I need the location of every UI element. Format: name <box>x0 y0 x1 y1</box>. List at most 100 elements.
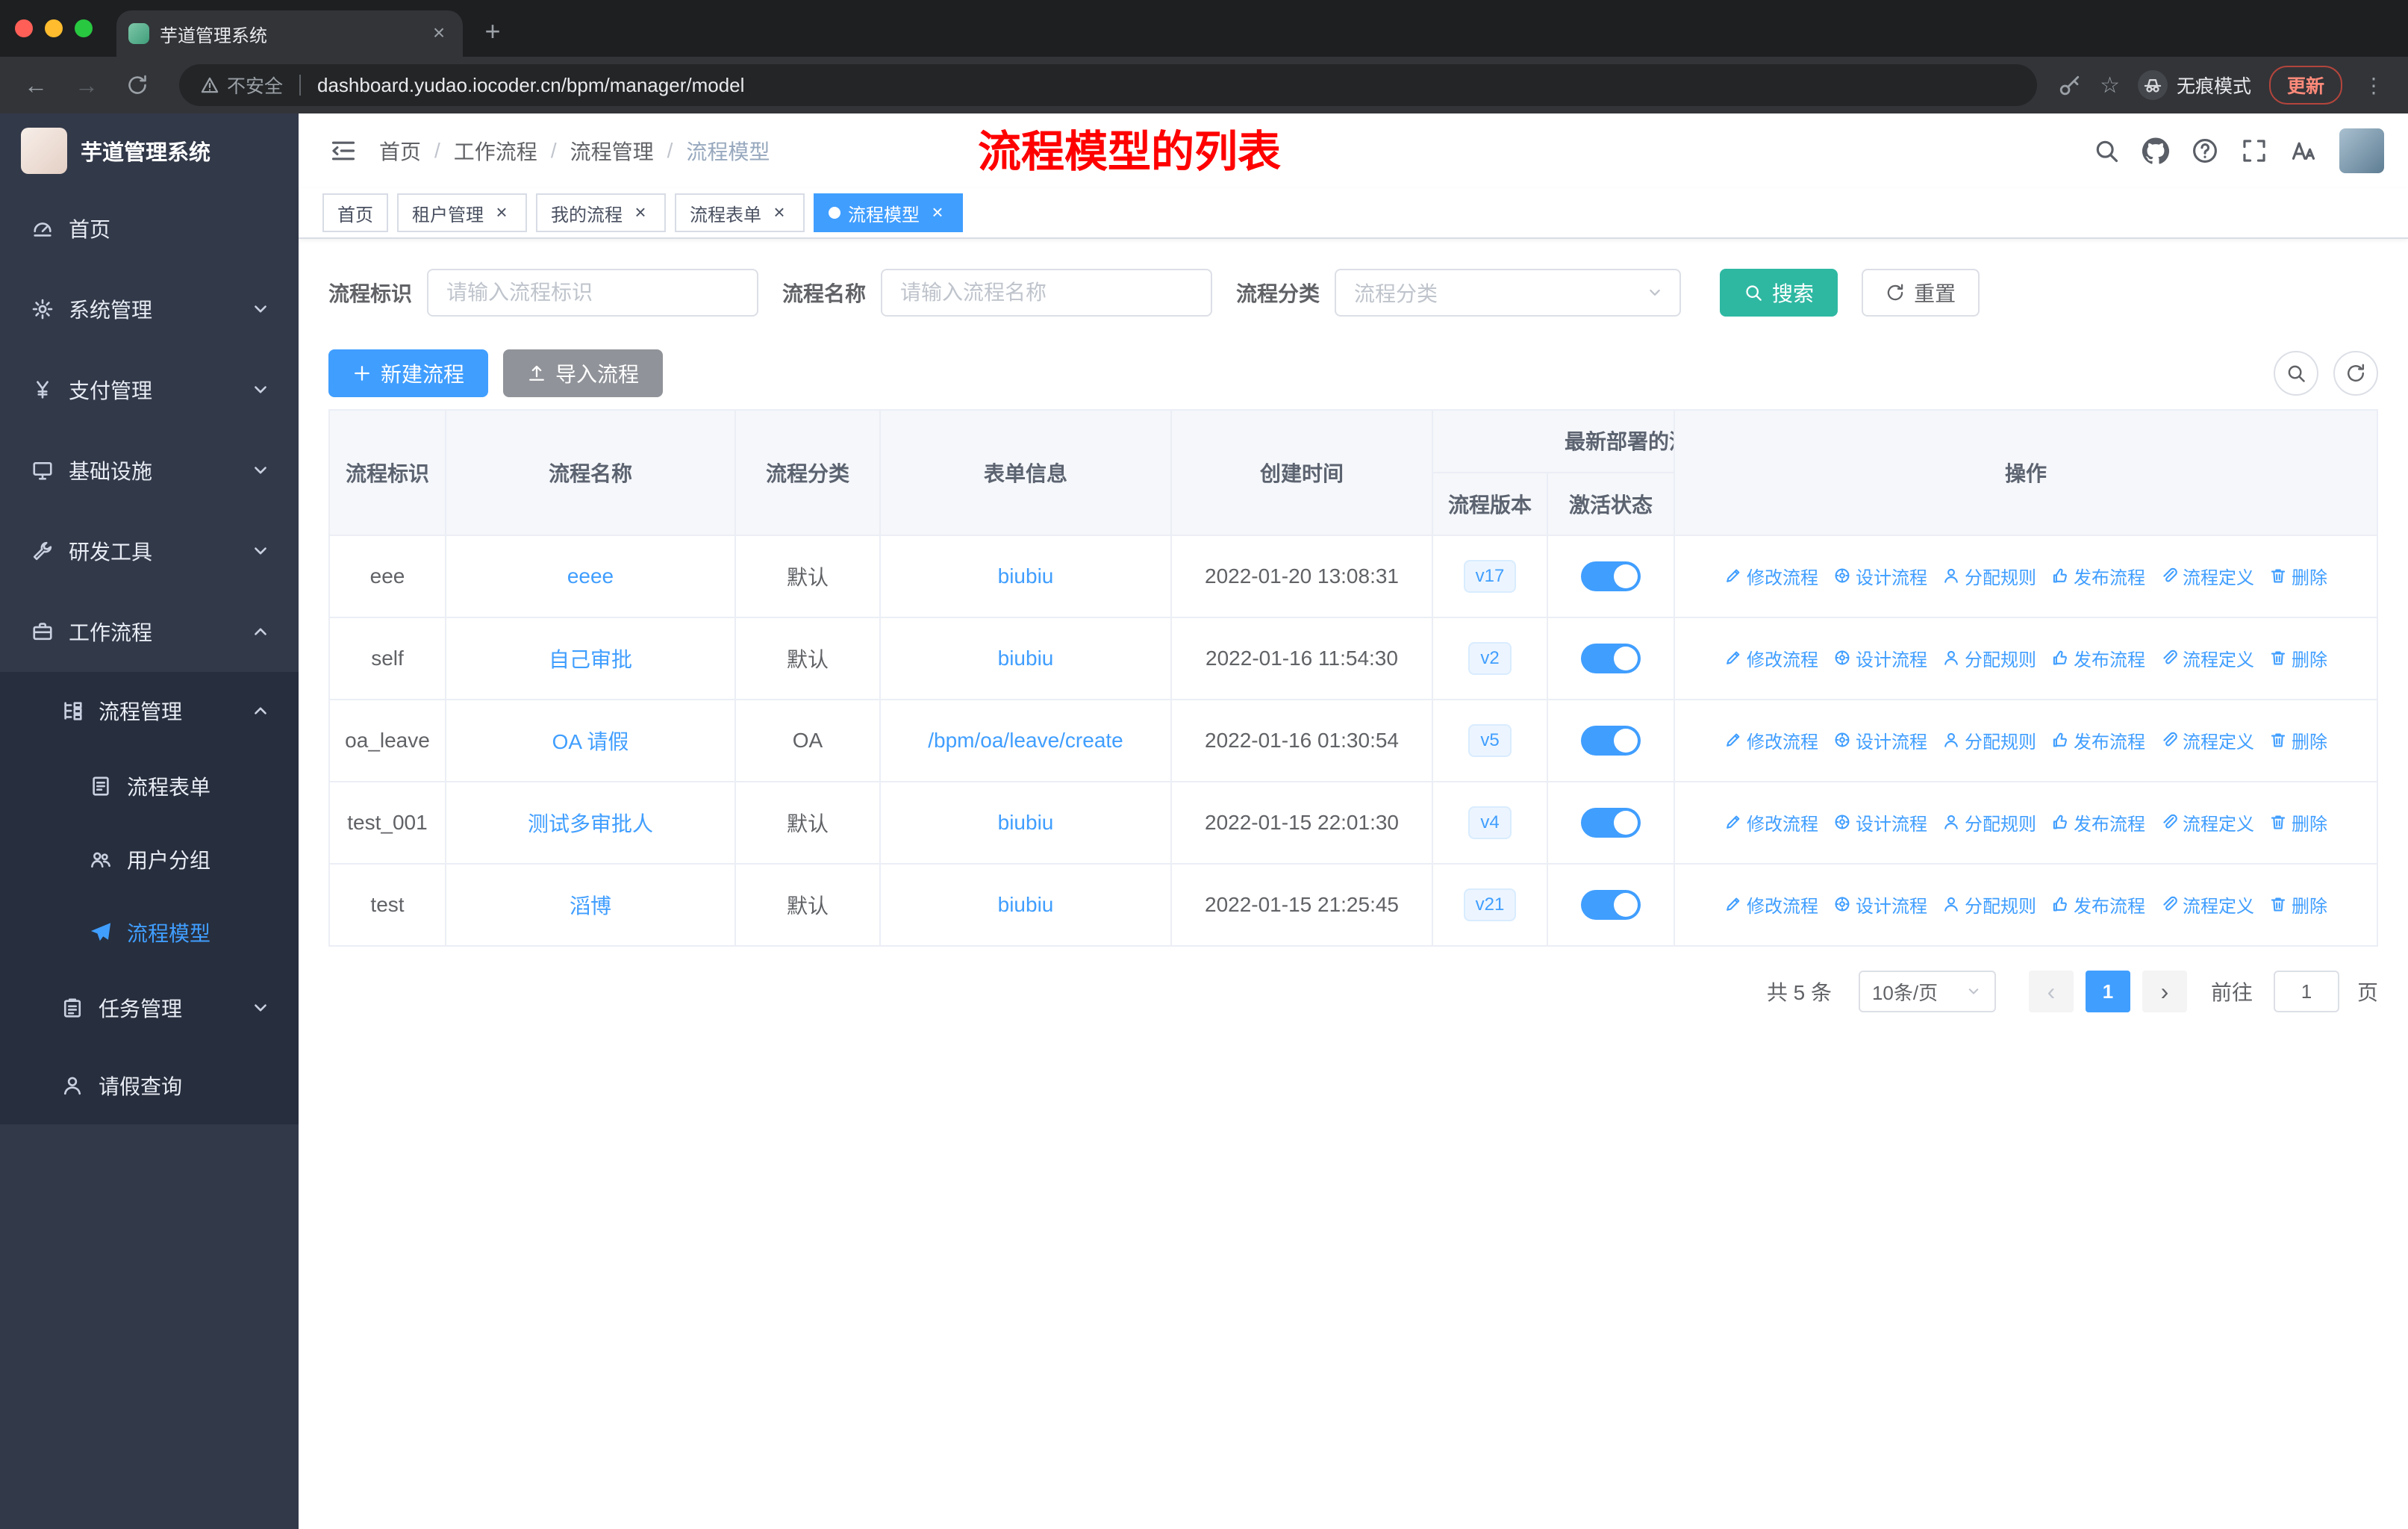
action-edit-link[interactable]: 修改流程 <box>1724 645 1818 671</box>
action-design-link[interactable]: 设计流程 <box>1833 645 1927 671</box>
action-edit-link[interactable]: 修改流程 <box>1724 891 1818 918</box>
process-id-input[interactable] <box>427 269 759 317</box>
action-assign-link[interactable]: 分配规则 <box>1942 891 2036 918</box>
action-edit-link[interactable]: 修改流程 <box>1724 563 1818 589</box>
active-status-toggle[interactable] <box>1581 644 1641 673</box>
help-icon[interactable] <box>2192 137 2218 164</box>
forward-button[interactable]: → <box>66 64 107 106</box>
zoom-window-button[interactable] <box>75 19 93 37</box>
tag-tenant[interactable]: 租户管理 × <box>397 193 527 232</box>
close-tab-icon[interactable]: × <box>427 22 451 46</box>
sidebar-item-process-model[interactable]: 流程模型 <box>0 896 299 969</box>
close-tag-icon[interactable]: × <box>769 202 790 223</box>
action-define-link[interactable]: 流程定义 <box>2160 891 2254 918</box>
process-name-link[interactable]: 滔博 <box>570 894 611 918</box>
action-assign-link[interactable]: 分配规则 <box>1942 645 2036 671</box>
close-tag-icon[interactable]: × <box>491 202 512 223</box>
action-delete-link[interactable]: 删除 <box>2269 727 2327 753</box>
form-info-link[interactable]: biubiu <box>998 893 1054 916</box>
active-status-toggle[interactable] <box>1581 808 1641 838</box>
close-window-button[interactable] <box>15 19 33 37</box>
action-assign-link[interactable]: 分配规则 <box>1942 563 2036 589</box>
process-name-input[interactable] <box>881 269 1213 317</box>
action-design-link[interactable]: 设计流程 <box>1833 563 1927 589</box>
goto-page-input[interactable] <box>2273 971 2339 1012</box>
action-delete-link[interactable]: 删除 <box>2269 563 2327 589</box>
create-process-button[interactable]: 新建流程 <box>328 349 489 397</box>
search-button[interactable]: 搜索 <box>1720 269 1838 317</box>
user-avatar[interactable] <box>2339 128 2384 173</box>
active-status-toggle[interactable] <box>1581 890 1641 920</box>
collapse-sidebar-icon[interactable] <box>319 127 367 175</box>
sidebar-logo[interactable]: 芋道管理系统 <box>0 113 299 188</box>
action-delete-link[interactable]: 删除 <box>2269 809 2327 835</box>
sidebar-item-leave-query[interactable]: 请假查询 <box>0 1047 299 1124</box>
reload-button[interactable] <box>116 64 158 106</box>
page-size-select[interactable]: 10条/页 <box>1858 971 1996 1012</box>
action-assign-link[interactable]: 分配规则 <box>1942 727 2036 753</box>
sidebar-item-infra[interactable]: 基础设施 <box>0 430 299 511</box>
sidebar-item-devtool[interactable]: 研发工具 <box>0 511 299 591</box>
next-page-button[interactable]: › <box>2142 971 2187 1012</box>
form-info-link[interactable]: biubiu <box>998 564 1054 588</box>
search-icon[interactable] <box>2093 137 2120 164</box>
process-name-link[interactable]: OA 请假 <box>552 730 629 753</box>
chrome-update-button[interactable]: 更新 <box>2268 66 2342 105</box>
sidebar-item-process-manage[interactable]: 流程管理 <box>0 672 299 750</box>
close-tag-icon[interactable]: × <box>927 202 948 223</box>
breadcrumb-item[interactable]: 流程管理 <box>570 136 654 166</box>
action-define-link[interactable]: 流程定义 <box>2160 809 2254 835</box>
new-tab-button[interactable]: + <box>472 12 514 54</box>
action-edit-link[interactable]: 修改流程 <box>1724 727 1818 753</box>
address-bar[interactable]: 不安全 dashboard.yudao.iocoder.cn/bpm/manag… <box>179 64 2038 106</box>
sidebar-item-payment[interactable]: 支付管理 <box>0 349 299 430</box>
breadcrumb-item[interactable]: 首页 <box>379 136 421 166</box>
tag-home[interactable]: 首页 <box>322 193 388 232</box>
active-status-toggle[interactable] <box>1581 726 1641 756</box>
sidebar-item-process-form[interactable]: 流程表单 <box>0 750 299 823</box>
action-define-link[interactable]: 流程定义 <box>2160 727 2254 753</box>
action-publish-link[interactable]: 发布流程 <box>2051 891 2145 918</box>
font-size-icon[interactable] <box>2290 137 2317 164</box>
action-assign-link[interactable]: 分配规则 <box>1942 809 2036 835</box>
action-edit-link[interactable]: 修改流程 <box>1724 809 1818 835</box>
browser-menu-icon[interactable]: ⋮ <box>2360 73 2387 98</box>
action-delete-link[interactable]: 删除 <box>2269 645 2327 671</box>
action-design-link[interactable]: 设计流程 <box>1833 727 1927 753</box>
action-publish-link[interactable]: 发布流程 <box>2051 809 2145 835</box>
sidebar-item-system[interactable]: 系统管理 <box>0 269 299 349</box>
toggle-search-button[interactable] <box>2274 351 2318 396</box>
form-info-link[interactable]: biubiu <box>998 811 1054 834</box>
action-define-link[interactable]: 流程定义 <box>2160 563 2254 589</box>
prev-page-button[interactable]: ‹ <box>2028 971 2074 1012</box>
tag-process-form[interactable]: 流程表单 × <box>675 193 805 232</box>
password-key-icon[interactable] <box>2058 73 2082 97</box>
bookmark-star-icon[interactable]: ☆ <box>2100 72 2120 99</box>
process-name-link[interactable]: 自己审批 <box>549 648 632 671</box>
process-name-link[interactable]: 测试多审批人 <box>528 812 653 835</box>
action-publish-link[interactable]: 发布流程 <box>2051 563 2145 589</box>
sidebar-item-task-manage[interactable]: 任务管理 <box>0 969 299 1047</box>
action-define-link[interactable]: 流程定义 <box>2160 645 2254 671</box>
current-page-button[interactable]: 1 <box>2085 971 2130 1012</box>
back-button[interactable]: ← <box>15 64 57 106</box>
breadcrumb-item[interactable]: 工作流程 <box>454 136 537 166</box>
tag-my-process[interactable]: 我的流程 × <box>536 193 666 232</box>
sidebar-item-home[interactable]: 首页 <box>0 188 299 269</box>
sidebar-item-user-group[interactable]: 用户分组 <box>0 823 299 896</box>
form-info-link[interactable]: biubiu <box>998 647 1054 670</box>
refresh-table-button[interactable] <box>2333 351 2378 396</box>
minimize-window-button[interactable] <box>45 19 63 37</box>
form-info-link[interactable]: /bpm/oa/leave/create <box>928 729 1123 752</box>
action-publish-link[interactable]: 发布流程 <box>2051 645 2145 671</box>
tag-process-model[interactable]: 流程模型 × <box>814 193 963 232</box>
action-publish-link[interactable]: 发布流程 <box>2051 727 2145 753</box>
fullscreen-icon[interactable] <box>2241 137 2268 164</box>
process-category-select[interactable]: 流程分类 <box>1335 269 1682 317</box>
process-name-link[interactable]: eeee <box>567 564 614 588</box>
import-process-button[interactable]: 导入流程 <box>503 349 664 397</box>
browser-tab[interactable]: 芋道管理系统 × <box>116 10 463 57</box>
github-icon[interactable] <box>2142 137 2169 164</box>
action-design-link[interactable]: 设计流程 <box>1833 809 1927 835</box>
action-delete-link[interactable]: 删除 <box>2269 891 2327 918</box>
